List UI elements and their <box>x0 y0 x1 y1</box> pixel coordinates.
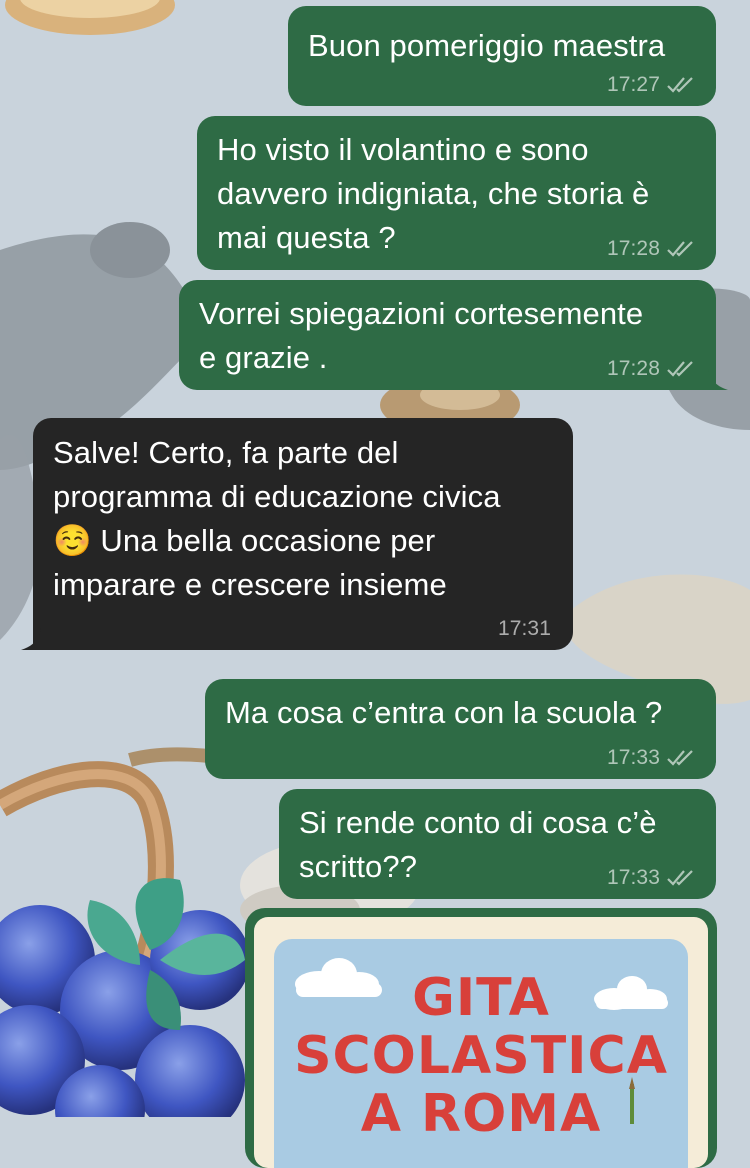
message-time: 17:27 <box>606 73 660 96</box>
poster-image: GITA SCOLASTICA A ROMA <box>254 917 708 1168</box>
message-outgoing[interactable]: Ho visto il volantino e sono davvero ind… <box>197 116 716 270</box>
poster-title-line: A ROMA <box>360 1084 602 1144</box>
message-outgoing[interactable]: Ma cosa c’entra con la scuola ? 17:33 <box>205 679 716 779</box>
bubble-tail <box>708 368 728 390</box>
message-incoming[interactable]: Salve! Certo, fa parte del programma di … <box>21 418 573 650</box>
double-check-icon <box>667 241 693 257</box>
message-time: 17:28 <box>606 237 660 260</box>
message-time: 17:31 <box>497 617 551 640</box>
message-outgoing[interactable]: Si rende conto di cosa c’è scritto?? 17:… <box>279 789 716 899</box>
poster-title-line: GITA <box>412 968 550 1028</box>
double-check-icon <box>667 870 693 886</box>
message-text: Buon pomeriggio maestra <box>308 28 666 63</box>
double-check-icon <box>667 750 693 766</box>
image-message[interactable]: GITA SCOLASTICA A ROMA <box>245 908 717 1168</box>
message-time: 17:33 <box>606 866 660 889</box>
bubble-tail <box>21 628 41 650</box>
poster-sky: GITA SCOLASTICA A ROMA <box>274 939 688 1168</box>
message-text: Salve! Certo, fa parte del programma di … <box>53 435 501 602</box>
message-meta: 17:27 <box>607 73 696 97</box>
double-check-icon <box>667 77 693 93</box>
message-time: 17:28 <box>606 357 660 380</box>
poster-title-line: SCOLASTICA <box>294 1026 668 1086</box>
message-text: Ma cosa c’entra con la scuola ? <box>225 695 663 730</box>
message-outgoing[interactable]: Buon pomeriggio maestra 17:27 <box>288 6 716 106</box>
message-meta: 17:28 <box>607 237 696 261</box>
message-time: 17:33 <box>606 746 660 769</box>
double-check-icon <box>667 361 693 377</box>
message-meta: 17:31 <box>498 617 551 641</box>
message-meta: 17:33 <box>607 746 696 770</box>
message-meta: 17:28 <box>607 357 696 381</box>
message-meta: 17:33 <box>607 866 696 890</box>
message-outgoing[interactable]: Vorrei spiegazioni cortesemente e grazie… <box>179 280 728 390</box>
